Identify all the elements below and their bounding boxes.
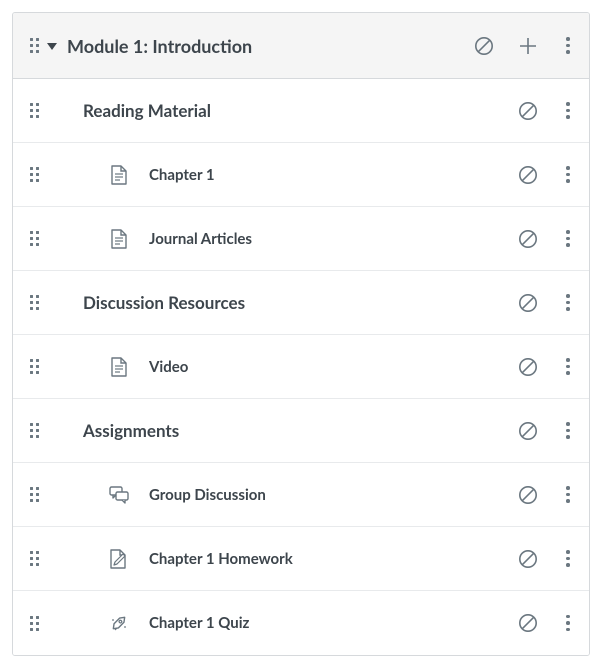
module-item[interactable]: Group Discussion [13,463,589,527]
unpublished-icon[interactable] [473,35,495,57]
module-item[interactable]: Chapter 1 Homework [13,527,589,591]
subheader-label: Discussion Resources [83,292,517,313]
drag-handle-icon[interactable] [27,103,41,118]
item-options-menu[interactable] [561,102,575,119]
unpublished-icon[interactable] [517,164,539,186]
drag-handle-icon[interactable] [27,423,41,438]
item-options-menu[interactable] [561,358,575,375]
row-actions [517,100,575,122]
row-actions [517,548,575,570]
page-icon [109,357,129,377]
unpublished-icon[interactable] [517,612,539,634]
module-subheader: Reading Material [13,79,589,143]
unpublished-icon[interactable] [517,484,539,506]
drag-handle-icon[interactable] [27,231,41,246]
unpublished-icon[interactable] [517,292,539,314]
item-label: Chapter 1 [149,166,517,184]
item-options-menu[interactable] [561,615,575,632]
row-actions [517,164,575,186]
drag-handle-icon[interactable] [27,295,41,310]
item-options-menu[interactable] [561,422,575,439]
module-actions [473,35,575,57]
row-actions [517,612,575,634]
module-options-menu[interactable] [561,37,575,54]
item-label: Journal Articles [149,230,517,248]
module-item[interactable]: Video [13,335,589,399]
discussion-icon [109,485,129,505]
subheader-label: Assignments [83,420,517,441]
drag-handle-icon[interactable] [27,551,41,566]
module-item[interactable]: Chapter 1 Quiz [13,591,589,655]
module-item[interactable]: Journal Articles [13,207,589,271]
item-label: Video [149,358,517,376]
drag-handle-icon[interactable] [27,38,41,53]
item-label: Group Discussion [149,486,517,504]
module-header: Module 1: Introduction [13,13,589,79]
unpublished-icon[interactable] [517,228,539,250]
assignment-icon [109,549,129,569]
item-label: Chapter 1 Homework [149,550,517,568]
unpublished-icon[interactable] [517,548,539,570]
unpublished-icon[interactable] [517,356,539,378]
module-subheader: Assignments [13,399,589,463]
page-icon [109,229,129,249]
drag-handle-icon[interactable] [27,359,41,374]
row-actions [517,228,575,250]
module-item[interactable]: Chapter 1 [13,143,589,207]
page-icon [109,165,129,185]
row-actions [517,356,575,378]
item-label: Chapter 1 Quiz [149,614,517,632]
module-subheader: Discussion Resources [13,271,589,335]
row-actions [517,292,575,314]
unpublished-icon[interactable] [517,420,539,442]
item-options-menu[interactable] [561,230,575,247]
module-title: Module 1: Introduction [67,35,473,57]
quiz-icon [109,613,129,633]
subheader-label: Reading Material [83,100,517,121]
item-options-menu[interactable] [561,550,575,567]
item-options-menu[interactable] [561,294,575,311]
row-actions [517,420,575,442]
unpublished-icon[interactable] [517,100,539,122]
drag-handle-icon[interactable] [27,487,41,502]
module-container: Module 1: Introduction Reading Material [12,12,590,656]
item-options-menu[interactable] [561,166,575,183]
collapse-toggle[interactable] [47,41,57,51]
add-item-button[interactable] [517,35,539,57]
drag-handle-icon[interactable] [27,616,41,631]
row-actions [517,484,575,506]
drag-handle-icon[interactable] [27,167,41,182]
item-options-menu[interactable] [561,486,575,503]
